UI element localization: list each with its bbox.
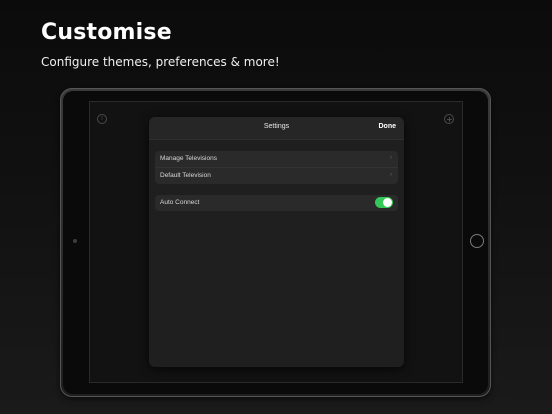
done-button[interactable]: Done xyxy=(379,123,397,130)
modal-title: Settings xyxy=(263,123,290,130)
row-label: Manage Televisions xyxy=(160,155,217,162)
toggle-knob xyxy=(383,198,392,207)
settings-group-connection: Auto Connect xyxy=(155,195,398,211)
page-headline: Customise xyxy=(41,20,172,45)
settings-row-manage-televisions[interactable]: Manage Televisions › xyxy=(155,151,398,167)
chevron-right-icon: › xyxy=(390,172,392,178)
page-subheadline: Configure themes, preferences & more! xyxy=(41,55,280,69)
add-icon[interactable] xyxy=(444,114,454,124)
row-label: Auto Connect xyxy=(160,199,200,206)
auto-connect-toggle[interactable] xyxy=(375,197,393,208)
row-label: Default Television xyxy=(160,172,211,179)
home-button[interactable] xyxy=(470,234,484,248)
modal-header: Settings Done xyxy=(149,117,404,140)
camera-dot xyxy=(73,239,77,243)
settings-modal: Settings Done Manage Televisions › Defau… xyxy=(149,117,404,367)
settings-row-auto-connect: Auto Connect xyxy=(155,195,398,211)
settings-row-default-television[interactable]: Default Television › xyxy=(155,167,398,184)
settings-group-televisions: Manage Televisions › Default Television … xyxy=(155,151,398,184)
chevron-right-icon: › xyxy=(390,155,392,161)
info-icon[interactable]: i xyxy=(97,114,107,124)
